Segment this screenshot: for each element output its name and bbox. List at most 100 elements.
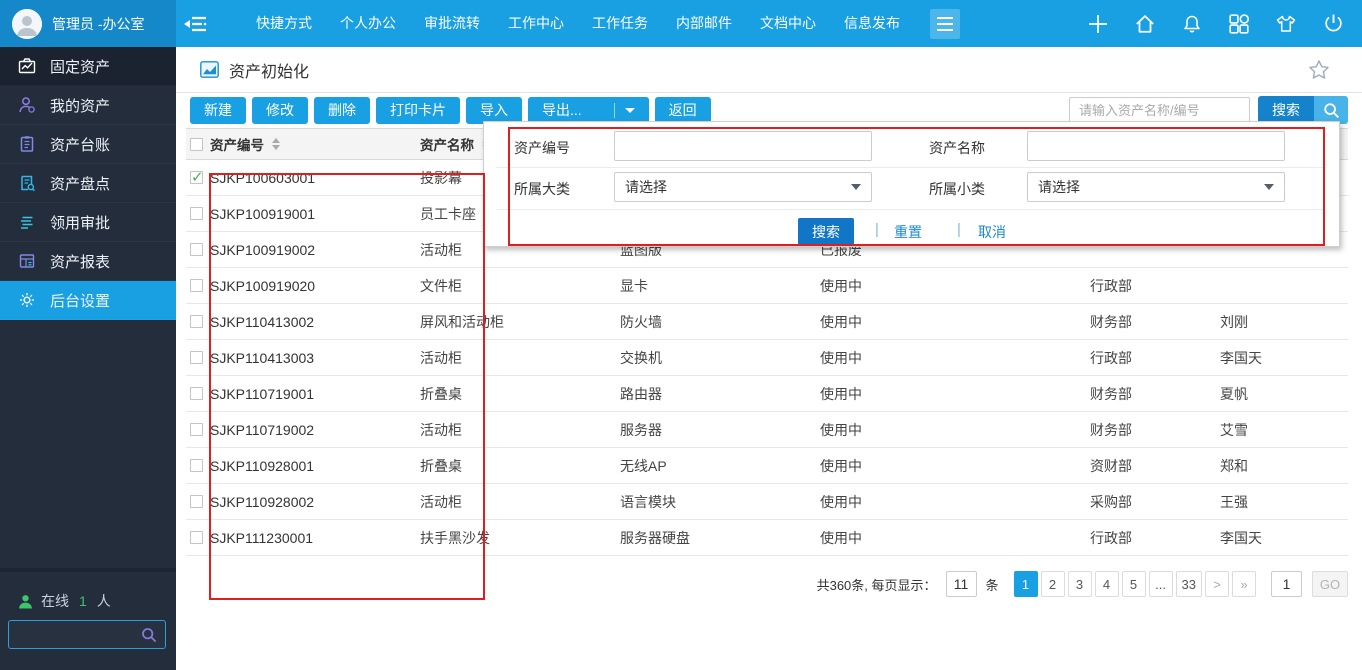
page-button-5[interactable]: 5 (1122, 571, 1146, 597)
row-checkbox[interactable] (190, 207, 203, 220)
row-checkbox[interactable] (190, 387, 203, 400)
nav-item-6[interactable]: 内部邮件 (662, 0, 746, 47)
filter-name-input[interactable] (1027, 131, 1285, 161)
table-row[interactable]: SJKP100919020文件柜显卡使用中行政部 (186, 268, 1348, 304)
last-page-button[interactable]: » (1232, 571, 1256, 597)
shirt-icon[interactable] (1275, 13, 1297, 35)
sidebar-item-3[interactable]: 资产台账 (0, 125, 176, 164)
filter-subcategory-select[interactable]: 请选择 (1027, 172, 1285, 202)
delete-button[interactable]: 删除 (314, 97, 370, 124)
my-assets-icon (18, 96, 36, 114)
search-button[interactable]: 搜索 (1258, 96, 1348, 124)
table-row[interactable]: SJKP110719002活动柜服务器使用中财务部艾雪 (186, 412, 1348, 448)
table-row[interactable]: SJKP111230001扶手黑沙发服务器硬盘使用中行政部李国天 (186, 520, 1348, 556)
topbar-icons (1087, 0, 1344, 47)
sidebar-search-input[interactable] (8, 620, 166, 649)
filter-search-button[interactable]: 搜索 (798, 218, 854, 245)
filter-reset-button[interactable]: 重置 (894, 222, 922, 242)
sidebar-item-1[interactable]: 固定资产 (0, 47, 176, 86)
row-checkbox[interactable] (190, 243, 203, 256)
nav-item-5[interactable]: 工作任务 (578, 0, 662, 47)
back-button[interactable]: 返回 (655, 97, 711, 124)
page-size-input[interactable] (946, 571, 977, 597)
nav-item-8[interactable]: 信息发布 (830, 0, 914, 47)
nav-item-7[interactable]: 文档中心 (746, 0, 830, 47)
user-area[interactable]: 管理员 -办公室 (0, 0, 176, 47)
sidebar-collapse-button[interactable] (176, 0, 216, 47)
cell-user: 艾雪 (1220, 412, 1248, 447)
table-row[interactable]: SJKP110413002屏风和活动柜防火墙使用中财务部刘刚 (186, 304, 1348, 340)
page-size-unit: 条 (986, 575, 999, 594)
row-checkbox[interactable] (190, 279, 203, 292)
page-button-1[interactable]: 1 (1014, 571, 1038, 597)
bell-icon[interactable] (1181, 13, 1203, 35)
row-checkbox-cell (190, 268, 203, 303)
nav-item-3[interactable]: 审批流转 (410, 0, 494, 47)
row-checkbox-cell (190, 196, 203, 231)
favorite-star-icon[interactable] (1308, 59, 1330, 81)
cell-asset-name: 活动柜 (420, 412, 462, 447)
user-label: 管理员 -办公室 (52, 14, 145, 34)
pagination-total-label: 共360条, 每页显示： (817, 575, 937, 594)
filter-category-select[interactable]: 请选择 (614, 172, 872, 202)
page-ellipsis[interactable]: ... (1149, 571, 1173, 597)
cell-asset-name: 屏风和活动柜 (420, 304, 504, 339)
filter-category-label: 所属大类 (514, 179, 570, 199)
table-row[interactable]: SJKP110719001折叠桌路由器使用中财务部夏帆 (186, 376, 1348, 412)
export-button[interactable]: 导出... (528, 97, 649, 124)
column-header-asset-name[interactable]: 资产名称 (420, 129, 490, 159)
page-button-33[interactable]: 33 (1176, 571, 1202, 597)
sort-icon[interactable] (272, 138, 280, 150)
divider (496, 167, 1325, 168)
row-checkbox[interactable] (190, 351, 203, 364)
plus-icon[interactable] (1087, 13, 1109, 35)
cell-user: 王强 (1220, 484, 1248, 519)
select-all-checkbox[interactable] (190, 138, 203, 151)
home-icon[interactable] (1134, 13, 1156, 35)
row-checkbox-cell (190, 484, 203, 519)
sidebar-item-6[interactable]: 资产报表 (0, 242, 176, 281)
row-checkbox[interactable] (190, 423, 203, 436)
page-button-2[interactable]: 2 (1041, 571, 1065, 597)
import-button[interactable]: 导入 (466, 97, 522, 124)
table-row[interactable]: SJKP110413003活动柜交换机使用中行政部李国天 (186, 340, 1348, 376)
asset-search-input[interactable] (1069, 97, 1250, 124)
power-icon[interactable] (1322, 13, 1344, 35)
goto-page-input[interactable] (1271, 571, 1302, 597)
nav-item-2[interactable]: 个人办公 (326, 0, 410, 47)
filter-code-input[interactable] (614, 131, 872, 161)
sidebar-item-4[interactable]: 资产盘点 (0, 164, 176, 203)
page-button-3[interactable]: 3 (1068, 571, 1092, 597)
table-row[interactable]: SJKP110928001折叠桌无线AP使用中资财部郑和 (186, 448, 1348, 484)
online-status: 在线1人 (18, 591, 111, 611)
row-checkbox-cell (190, 160, 203, 195)
cell-department: 行政部 (1090, 340, 1132, 375)
new-button[interactable]: 新建 (190, 97, 246, 124)
avatar (12, 9, 42, 39)
go-button[interactable]: GO (1312, 571, 1348, 597)
online-unit: 人 (97, 591, 111, 611)
nav-item-4[interactable]: 工作中心 (494, 0, 578, 47)
row-checkbox-cell (190, 376, 203, 411)
sidebar-item-2[interactable]: 我的资产 (0, 86, 176, 125)
row-checkbox[interactable] (190, 495, 203, 508)
print-card-button[interactable]: 打印卡片 (376, 97, 460, 124)
cell-user: 李国天 (1220, 520, 1262, 555)
filter-cancel-button[interactable]: 取消 (978, 222, 1006, 242)
row-checkbox[interactable] (190, 315, 203, 328)
row-checkbox[interactable] (190, 459, 203, 472)
menu-toggle-button[interactable] (930, 9, 960, 39)
apps-icon[interactable] (1228, 13, 1250, 35)
page-button-4[interactable]: 4 (1095, 571, 1119, 597)
edit-button[interactable]: 修改 (252, 97, 308, 124)
next-page-button[interactable]: > (1205, 571, 1229, 597)
sidebar-item-7[interactable]: 后台设置 (0, 281, 176, 320)
table-row[interactable]: SJKP110928002活动柜语言模块使用中采购部王强 (186, 484, 1348, 520)
sidebar-item-5[interactable]: 领用审批 (0, 203, 176, 242)
column-header-asset-code[interactable]: 资产编号 (210, 129, 280, 159)
row-checkbox[interactable] (190, 531, 203, 544)
cell-department: 行政部 (1090, 268, 1132, 303)
cell-department: 财务部 (1090, 376, 1132, 411)
row-checkbox[interactable] (190, 171, 203, 184)
nav-item-1[interactable]: 快捷方式 (242, 0, 326, 47)
